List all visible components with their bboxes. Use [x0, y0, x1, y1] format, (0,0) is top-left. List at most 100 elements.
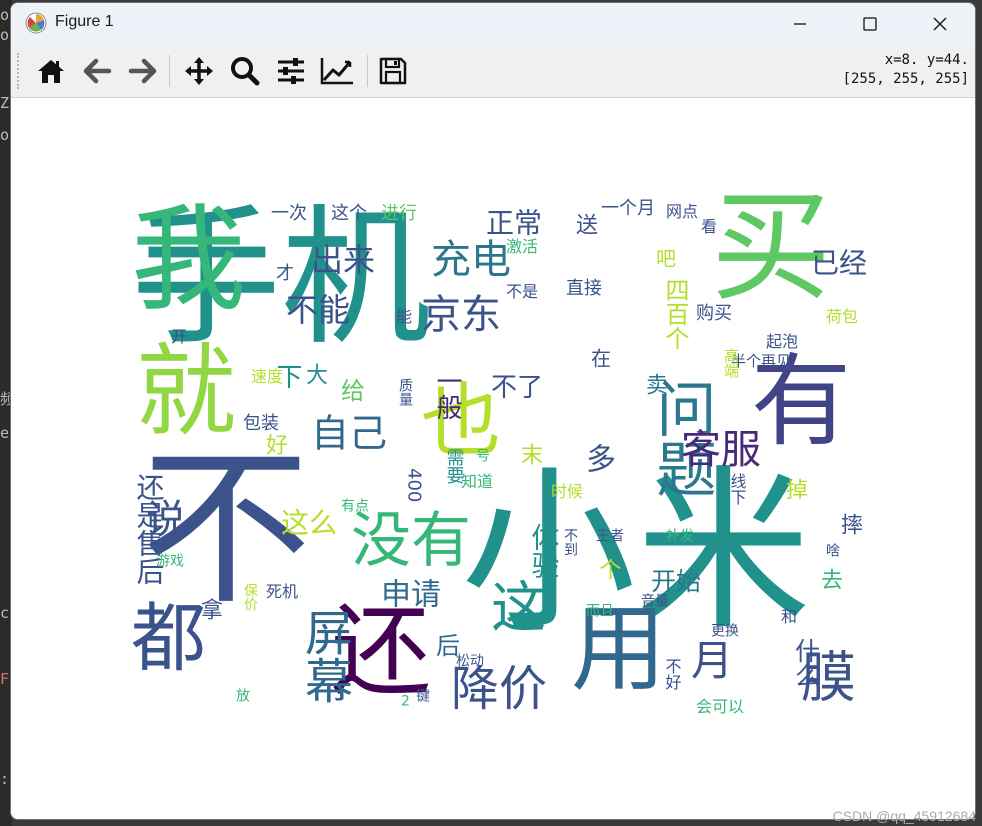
- word-cloud-word: 一次: [271, 203, 307, 224]
- word-cloud-word: 和: [781, 607, 797, 626]
- word-cloud-word: 高端: [722, 348, 740, 378]
- word-cloud-word: 音量: [641, 592, 669, 609]
- toolbar-grip: [17, 53, 21, 89]
- word-cloud-word: 王者: [596, 528, 624, 544]
- close-icon: [933, 17, 947, 31]
- word-cloud-word: 大: [306, 363, 328, 388]
- word-cloud-word: 摔: [841, 513, 863, 538]
- word-cloud-word: 客服: [681, 427, 761, 473]
- word-cloud-word: 放: [236, 688, 250, 704]
- maximize-button[interactable]: [835, 3, 905, 45]
- word-cloud-word: 不了: [491, 373, 543, 403]
- background-text-fragment: :: [0, 770, 10, 788]
- word-cloud-word: 起泡: [766, 332, 798, 351]
- word-cloud-word: 线下: [728, 473, 747, 505]
- save-button[interactable]: [373, 53, 413, 89]
- word-cloud-word: 400: [404, 468, 425, 502]
- word-cloud-word: 购买: [696, 303, 732, 324]
- word-cloud-word: 质量: [397, 378, 413, 406]
- word-cloud-word: 有点: [341, 498, 369, 514]
- word-cloud-word: 这么: [281, 507, 337, 540]
- word-cloud-word: 网点: [666, 202, 698, 221]
- watermark: CSDN @qq_45912684: [832, 808, 976, 824]
- word-cloud-word: 都: [131, 594, 206, 682]
- word-cloud-word: 什么: [792, 638, 821, 688]
- word-cloud-word: 京东: [421, 292, 501, 338]
- word-cloud-word: 给: [341, 377, 365, 405]
- matplotlib-logo-icon: [25, 12, 47, 34]
- word-cloud-word: 我: [131, 193, 246, 327]
- forward-button[interactable]: [123, 53, 163, 89]
- cursor-coordinates-readout: x=8. y=44. [255, 255, 255]: [843, 51, 969, 89]
- word-cloud-word: 降价: [451, 661, 547, 717]
- word-cloud-word: 这: [491, 575, 546, 639]
- word-cloud-word: 充电: [431, 237, 511, 283]
- word-cloud-word: 这个: [331, 203, 367, 224]
- navigation-toolbar: x=8. y=44. [255, 255, 255]: [11, 45, 975, 98]
- word-cloud-word: 一般: [432, 368, 462, 420]
- floppy-icon: [379, 57, 407, 85]
- word-cloud-word: 会可以: [696, 697, 744, 716]
- word-cloud-word: 送: [576, 213, 598, 238]
- home-icon: [38, 60, 64, 83]
- word-cloud-word: 开始: [651, 567, 701, 596]
- pixel-value-text: [255, 255, 255]: [842, 71, 969, 87]
- minimize-button[interactable]: [765, 3, 835, 45]
- configure-subplots-button[interactable]: [271, 53, 311, 89]
- word-cloud-word: 游戏: [156, 553, 184, 569]
- word-cloud-word: 一个月: [601, 198, 655, 219]
- word-cloud-word: 卖: [646, 373, 668, 398]
- pan-button[interactable]: [179, 53, 219, 89]
- word-cloud-word: 去: [821, 568, 843, 593]
- close-button[interactable]: [905, 3, 975, 45]
- word-cloud-word: 自己: [311, 411, 387, 455]
- title-bar[interactable]: Figure 1: [11, 3, 975, 45]
- word-cloud-word: 进行: [381, 203, 417, 224]
- word-cloud-word: 键: [416, 688, 430, 704]
- word-cloud-word: 直接: [566, 278, 602, 299]
- word-cloud-word: 啥: [826, 543, 840, 559]
- figure-canvas[interactable]: 手机不买我小米就有都还用也问题 没有这降价膜屏幕说客服 自己 京东 充电月不能 出来 正常已…: [11, 98, 975, 819]
- word-cloud-word: 屏幕: [296, 608, 352, 704]
- word-cloud-word: 能: [396, 307, 412, 326]
- word-cloud-word: 死机: [266, 582, 298, 601]
- word-cloud-word: 申请: [381, 577, 441, 612]
- word-cloud-word: 好: [266, 433, 288, 458]
- word-cloud-word: 末: [521, 443, 543, 468]
- word-cloud-word: 而且: [586, 603, 614, 619]
- word-cloud-word: 包装: [243, 413, 279, 434]
- magnifier-icon: [231, 57, 260, 86]
- edit-axis-button[interactable]: [317, 53, 357, 89]
- word-cloud-word: 掉: [786, 478, 808, 503]
- word-cloud-word: 四百个: [661, 278, 689, 350]
- word-cloud-word: 再见: [761, 352, 791, 370]
- back-button[interactable]: [77, 53, 117, 89]
- word-cloud-word: 保价: [242, 583, 258, 611]
- figure-window: Figure 1 x=8. y=44. [255, 255, 255] 手机 不…: [10, 2, 976, 820]
- word-cloud-word: 出来: [311, 241, 375, 279]
- word-cloud-word: 多: [586, 442, 616, 477]
- word-cloud-word: 荷包: [826, 307, 858, 326]
- word-cloud-word: 知道: [461, 472, 493, 491]
- word-cloud-word: 不好: [663, 658, 682, 691]
- zoom-button[interactable]: [225, 53, 265, 89]
- toolbar-separator: [169, 55, 170, 87]
- word-cloud-word: 不能: [286, 291, 350, 329]
- word-cloud-word: 补发: [666, 528, 694, 544]
- word-cloud-word: 不到: [562, 528, 578, 556]
- window-title: Figure 1: [55, 13, 114, 30]
- word-cloud-word: 号: [476, 448, 490, 464]
- word-cloud-word: 2: [401, 693, 410, 709]
- word-cloud: 手机不买我小米就有都还用也问题 没有这降价膜屏幕说客服 自己 京东 充电月不能 出来 正常已…: [11, 98, 975, 819]
- word-cloud-word: 就: [136, 333, 236, 450]
- arrow-right-icon: [128, 58, 157, 84]
- word-cloud-word: 拿: [201, 597, 223, 623]
- maximize-icon: [863, 17, 877, 31]
- word-cloud-word: 速度: [251, 367, 283, 386]
- word-cloud-word: 体验: [528, 523, 561, 579]
- word-cloud-word: 才: [276, 263, 294, 284]
- arrow-left-icon: [83, 58, 112, 84]
- home-button[interactable]: [31, 53, 71, 89]
- word-cloud-word: 更换: [711, 622, 739, 639]
- background-text-fragment: Z: [0, 94, 10, 112]
